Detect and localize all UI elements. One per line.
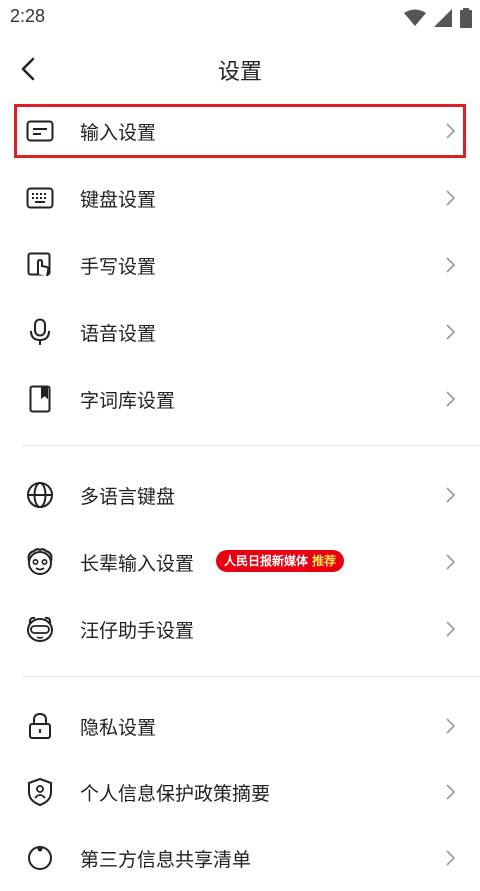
page-title: 设置 xyxy=(217,60,262,85)
settings-item-privacy[interactable]: 隐私设置 xyxy=(0,693,480,759)
settings-item-multilanguage[interactable]: 多语言键盘 xyxy=(0,462,480,528)
badge-source: 人民日报新媒体 xyxy=(224,554,309,568)
chevron-right-icon xyxy=(446,718,456,734)
header: 设置 xyxy=(0,36,480,102)
share-icon xyxy=(24,842,56,874)
settings-item-label: 语音设置 xyxy=(80,322,157,345)
settings-item-label: 长辈输入设置 xyxy=(80,552,195,575)
settings-item-dictionary[interactable]: 字词库设置 xyxy=(0,366,480,432)
settings-item-assistant[interactable]: 汪仔助手设置 xyxy=(0,596,480,662)
settings-item-handwriting[interactable]: 手写设置 xyxy=(0,232,480,298)
settings-item-label: 个人信息保护政策摘要 xyxy=(80,782,271,805)
keyboard-icon xyxy=(24,182,56,214)
lock-icon xyxy=(24,710,56,742)
status-bar: 2:28 xyxy=(0,0,480,36)
chevron-right-icon xyxy=(446,257,456,273)
chevron-right-icon xyxy=(446,554,456,570)
battery-icon xyxy=(460,8,472,28)
chevron-right-icon xyxy=(446,487,456,503)
chevron-right-icon xyxy=(446,850,456,866)
settings-item-label: 汪仔助手设置 xyxy=(80,619,195,642)
selection-highlight xyxy=(14,104,466,158)
settings-item-keyboard[interactable]: 键盘设置 xyxy=(0,165,480,231)
chevron-right-icon xyxy=(446,391,456,407)
settings-item-voice[interactable]: 语音设置 xyxy=(0,299,480,365)
chevron-right-icon xyxy=(446,784,456,800)
wifi-icon xyxy=(404,9,426,26)
settings-item-label: 隐私设置 xyxy=(80,716,157,739)
dictionary-icon xyxy=(24,383,56,415)
globe-icon xyxy=(24,479,56,511)
badge-tag: 推荐 xyxy=(312,554,337,568)
assistant-icon xyxy=(24,613,56,645)
settings-item-label: 多语言键盘 xyxy=(80,485,176,508)
settings-item-elder-input[interactable]: 长辈输入设置 人民日报新媒体 推荐 xyxy=(0,529,480,595)
shield-user-icon xyxy=(24,776,56,808)
settings-item-label: 键盘设置 xyxy=(80,188,157,211)
chevron-right-icon xyxy=(446,190,456,206)
microphone-icon xyxy=(24,316,56,348)
divider xyxy=(22,676,480,677)
settings-item-privacy-policy[interactable]: 个人信息保护政策摘要 xyxy=(0,759,480,825)
divider xyxy=(22,445,480,446)
settings-item-third-party[interactable]: 第三方信息共享清单 xyxy=(0,825,480,891)
recommend-badge: 人民日报新媒体 推荐 xyxy=(216,550,345,572)
chevron-right-icon xyxy=(446,621,456,637)
settings-item-label: 手写设置 xyxy=(80,255,157,278)
settings-item-label: 第三方信息共享清单 xyxy=(80,848,252,871)
signal-icon xyxy=(434,9,452,27)
chevron-right-icon xyxy=(446,324,456,340)
elder-face-icon xyxy=(24,546,56,578)
status-time: 2:28 xyxy=(10,6,46,26)
handwriting-icon xyxy=(24,249,56,281)
settings-item-label: 字词库设置 xyxy=(80,389,176,412)
